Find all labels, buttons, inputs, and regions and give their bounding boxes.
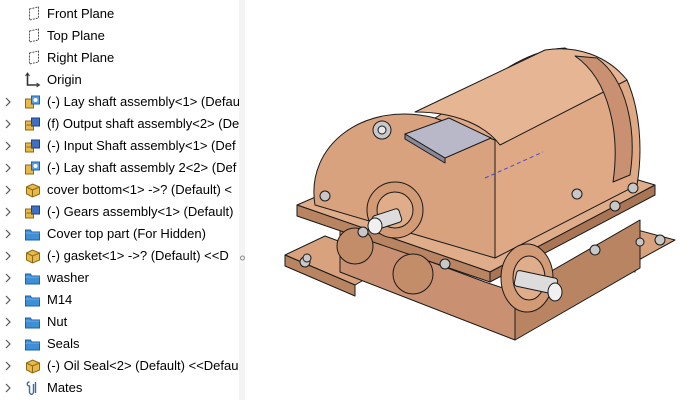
tree-item-label: Cover top part (For Hidden) [47,226,206,241]
assembly-fixed-icon [25,117,40,131]
tree-item[interactable]: cover bottom<1> ->? (Default) < [0,179,239,201]
expand-arrow-icon[interactable] [5,273,11,283]
tree-item[interactable]: (-) Oil Seal<2> (Default) <<Defau [0,355,239,377]
expand-arrow-icon[interactable] [5,339,11,349]
tree-item-label: Right Plane [47,50,115,65]
tree-item-label: (-) Lay shaft assembly<1> (Default [47,94,239,109]
tree-item[interactable]: washer [0,267,239,289]
tree-item-label: M14 [47,292,73,307]
expand-arrow-icon[interactable] [5,141,11,151]
tree-item-label: (-) Gears assembly<1> (Default) [47,204,234,219]
plane-icon [29,50,39,65]
tree-item[interactable]: Right Plane [0,47,239,69]
expand-arrow-icon[interactable] [5,229,11,239]
tree-item[interactable]: Mates [0,377,239,399]
plane-icon [29,28,39,43]
expand-arrow-icon[interactable] [5,119,11,129]
tree-item-label: cover bottom<1> ->? (Default) < [47,182,232,197]
tree-item[interactable]: Nut [0,311,239,333]
assembly-icon [25,161,40,175]
tree-item[interactable]: (-) Lay shaft assembly<1> (Default [0,91,239,113]
feature-manager-tree: Front Plane Top Plane Right Plane Origin (-)… [0,0,240,400]
expand-arrow-icon[interactable] [5,295,11,305]
tree-item-label: Nut [47,314,68,329]
expand-arrow-icon[interactable] [5,361,11,371]
tree-item-label: Top Plane [47,28,105,43]
expand-arrow-icon[interactable] [5,317,11,327]
tree-item[interactable]: (f) Output shaft assembly<2> (De [0,113,239,135]
assembly-fixed-icon [25,205,40,219]
assembly-fixed-icon [25,139,40,153]
tree-item[interactable]: Cover top part (For Hidden) [0,223,239,245]
part-icon [26,359,40,374]
expand-arrow-icon[interactable] [5,97,11,107]
origin-icon [25,72,41,88]
lower-boss-2 [392,253,434,295]
tree-item[interactable]: M14 [0,289,239,311]
expand-arrow-icon[interactable] [5,185,11,195]
tree-item-label: (-) Lay shaft assembly 2<2> (Def [47,160,237,175]
tree-item-label: Front Plane [47,6,115,21]
folder-icon [25,339,40,351]
tree-item-label: Mates [47,380,83,395]
folder-icon [25,295,40,307]
mates-icon [26,381,37,395]
gearbox-model[interactable] [245,0,700,400]
tree-item[interactable]: Front Plane [0,3,239,25]
tree-item-label: washer [47,270,89,285]
tree-item[interactable]: Seals [0,333,239,355]
tree-item[interactable]: (-) Input Shaft assembly<1> (Def [0,135,239,157]
tree-item[interactable]: (-) gasket<1> ->? (Default) <<D [0,245,239,267]
expand-arrow-icon[interactable] [5,163,11,173]
tree-item[interactable]: (-) Lay shaft assembly 2<2> (Def [0,157,239,179]
graphics-viewport[interactable] [245,0,700,400]
tree-item-label: (f) Output shaft assembly<2> (De [47,116,239,131]
tree-item-label: (-) Oil Seal<2> (Default) <<Defau [47,358,239,373]
tree-item[interactable]: (-) Gears assembly<1> (Default) [0,201,239,223]
part-icon [26,249,40,264]
folder-icon [25,229,40,241]
expand-arrow-icon[interactable] [5,383,11,393]
part-icon [26,183,40,198]
plane-icon [29,6,39,21]
tree-item-label: (-) gasket<1> ->? (Default) <<D [47,248,229,263]
tree-item-label: Origin [47,72,82,87]
tree-item-label: Seals [47,336,80,351]
tree-item[interactable]: Top Plane [0,25,239,47]
folder-icon [25,273,40,285]
expand-arrow-icon[interactable] [5,207,11,217]
tree-item[interactable]: Origin [0,69,239,91]
tree-item-label: (-) Input Shaft assembly<1> (Def [47,138,236,153]
assembly-icon [25,95,40,109]
expand-arrow-icon[interactable] [5,251,11,261]
folder-icon [25,317,40,329]
